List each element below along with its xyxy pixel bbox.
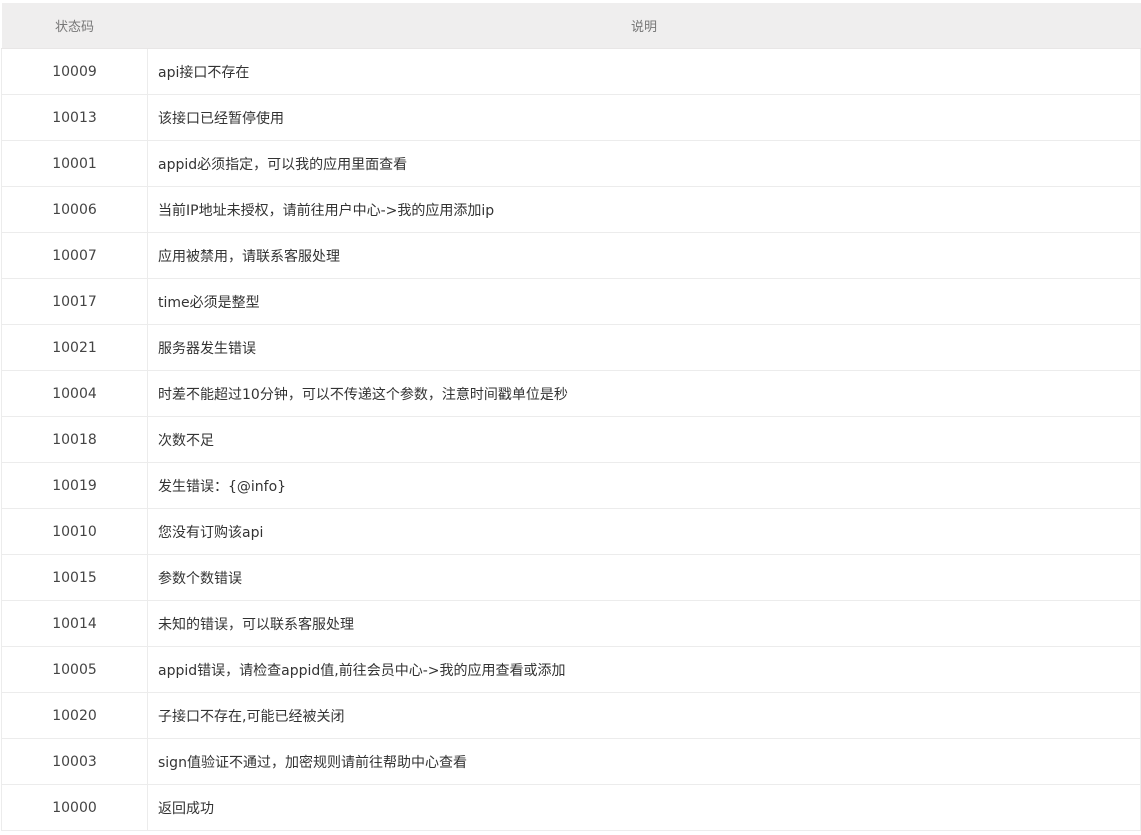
description-cell: 当前IP地址未授权，请前往用户中心->我的应用添加ip: [147, 186, 1141, 233]
description-cell: 返回成功: [147, 784, 1141, 831]
table-row: 10000 返回成功: [1, 784, 1141, 831]
table-row: 10021 服务器发生错误: [1, 324, 1141, 371]
description-cell: 时差不能超过10分钟，可以不传递这个参数，注意时间戳单位是秒: [147, 370, 1141, 417]
status-code-cell: 10021: [1, 324, 148, 371]
description-cell: 参数个数错误: [147, 554, 1141, 601]
description-cell: 发生错误：{@info}: [147, 462, 1141, 509]
status-code-cell: 10000: [1, 784, 148, 831]
description-cell: 您没有订购该api: [147, 508, 1141, 555]
status-code-cell: 10009: [1, 48, 148, 95]
status-code-table: 状态码 说明 10009 api接口不存在 10013 该接口已经暂停使用 10…: [1, 3, 1141, 831]
table-row: 10003 sign值验证不通过，加密规则请前往帮助中心查看: [1, 738, 1141, 785]
status-code-cell: 10010: [1, 508, 148, 555]
table-row: 10007 应用被禁用，请联系客服处理: [1, 232, 1141, 279]
table-row: 10004 时差不能超过10分钟，可以不传递这个参数，注意时间戳单位是秒: [1, 370, 1141, 417]
status-code-cell: 10003: [1, 738, 148, 785]
description-cell: 应用被禁用，请联系客服处理: [147, 232, 1141, 279]
table-row: 10005 appid错误，请检查appid值,前往会员中心->我的应用查看或添…: [1, 646, 1141, 693]
description-cell: appid错误，请检查appid值,前往会员中心->我的应用查看或添加: [147, 646, 1141, 693]
table-header: 状态码 说明: [1, 3, 1141, 49]
description-cell: 次数不足: [147, 416, 1141, 463]
table-row: 10017 time必须是整型: [1, 278, 1141, 325]
table-row: 10018 次数不足: [1, 416, 1141, 463]
description-cell: time必须是整型: [147, 278, 1141, 325]
table-row: 10009 api接口不存在: [1, 48, 1141, 95]
status-code-cell: 10007: [1, 232, 148, 279]
status-code-cell: 10001: [1, 140, 148, 187]
column-header-description: 说明: [147, 3, 1141, 49]
description-cell: 服务器发生错误: [147, 324, 1141, 371]
table-header-row: 状态码 说明: [1, 3, 1141, 49]
table-row: 10019 发生错误：{@info}: [1, 462, 1141, 509]
table-row: 10001 appid必须指定，可以我的应用里面查看: [1, 140, 1141, 187]
description-cell: 该接口已经暂停使用: [147, 94, 1141, 141]
status-code-cell: 10020: [1, 692, 148, 739]
status-code-cell: 10005: [1, 646, 148, 693]
status-code-table-container: 状态码 说明 10009 api接口不存在 10013 该接口已经暂停使用 10…: [1, 3, 1141, 831]
table-row: 10014 未知的错误，可以联系客服处理: [1, 600, 1141, 647]
description-cell: api接口不存在: [147, 48, 1141, 95]
table-row: 10013 该接口已经暂停使用: [1, 94, 1141, 141]
column-header-code: 状态码: [1, 3, 148, 49]
status-code-cell: 10017: [1, 278, 148, 325]
description-cell: 子接口不存在,可能已经被关闭: [147, 692, 1141, 739]
status-code-cell: 10018: [1, 416, 148, 463]
status-code-cell: 10013: [1, 94, 148, 141]
description-cell: sign值验证不通过，加密规则请前往帮助中心查看: [147, 738, 1141, 785]
table-row: 10006 当前IP地址未授权，请前往用户中心->我的应用添加ip: [1, 186, 1141, 233]
status-code-cell: 10014: [1, 600, 148, 647]
status-code-cell: 10006: [1, 186, 148, 233]
status-code-cell: 10019: [1, 462, 148, 509]
status-code-cell: 10015: [1, 554, 148, 601]
table-body: 10009 api接口不存在 10013 该接口已经暂停使用 10001 app…: [1, 48, 1141, 831]
description-cell: appid必须指定，可以我的应用里面查看: [147, 140, 1141, 187]
table-row: 10010 您没有订购该api: [1, 508, 1141, 555]
table-row: 10020 子接口不存在,可能已经被关闭: [1, 692, 1141, 739]
table-row: 10015 参数个数错误: [1, 554, 1141, 601]
status-code-cell: 10004: [1, 370, 148, 417]
description-cell: 未知的错误，可以联系客服处理: [147, 600, 1141, 647]
